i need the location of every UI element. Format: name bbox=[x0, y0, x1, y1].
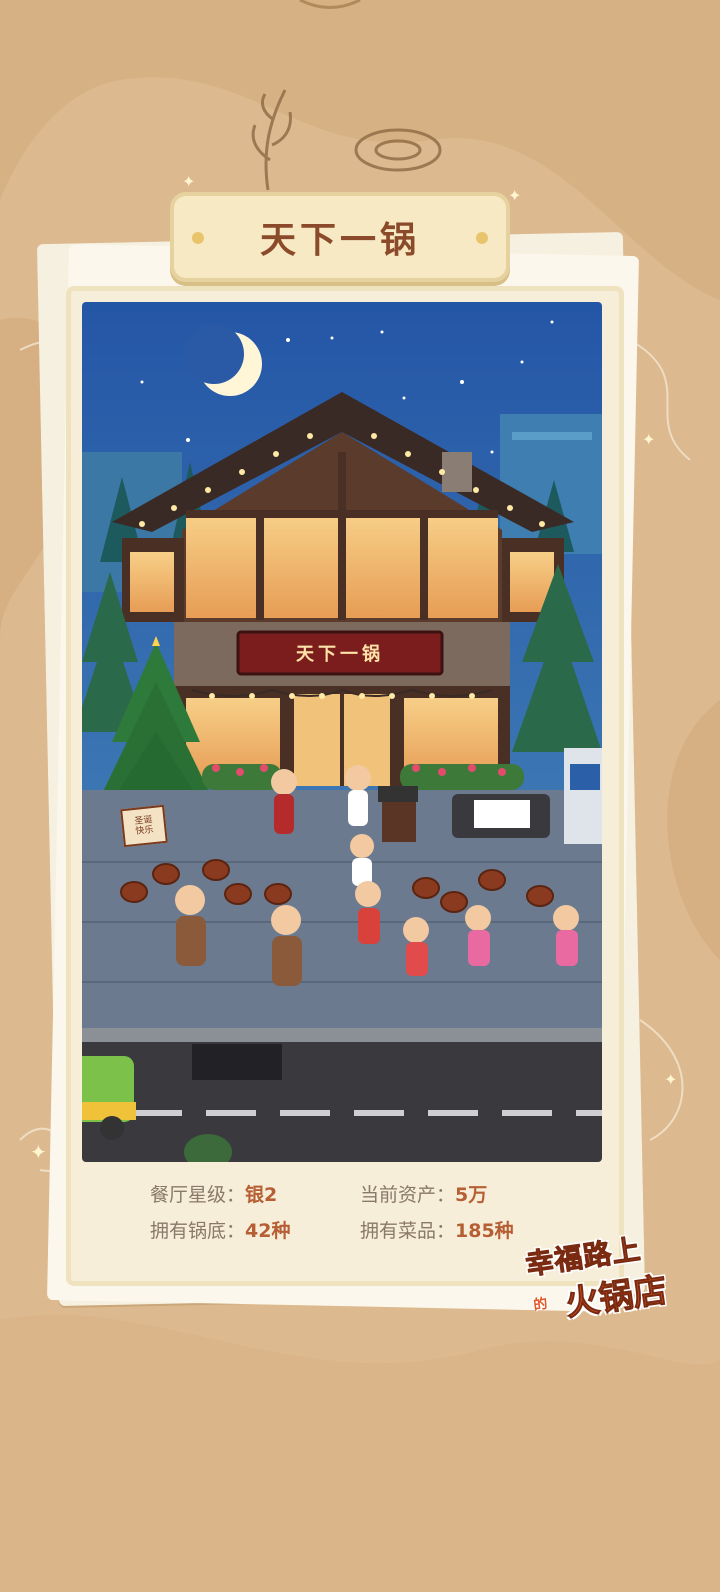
christmas-sign-text: 圣诞快乐 bbox=[133, 815, 154, 837]
plaque-dot-icon bbox=[476, 232, 488, 244]
stat-label: 餐厅星级： bbox=[150, 1184, 246, 1206]
sparkle-icon: ✦ bbox=[664, 1070, 678, 1089]
stat-soup-bases: 拥有锅底：42种 bbox=[150, 1216, 290, 1243]
restaurant-sign-text: 天下一锅 bbox=[296, 644, 384, 665]
stat-dishes: 拥有菜品：185种 bbox=[360, 1216, 514, 1243]
logo-small-char: 的 bbox=[532, 1295, 549, 1314]
restaurant-sign: 天下一锅 bbox=[238, 632, 442, 674]
stat-label: 拥有菜品： bbox=[360, 1220, 456, 1242]
stat-label: 拥有锅底： bbox=[150, 1220, 246, 1242]
plaque-dot-icon bbox=[192, 232, 204, 244]
scene-illustration bbox=[82, 302, 602, 1162]
stat-value: 185种 bbox=[455, 1220, 514, 1242]
sparkle-icon: ✦ bbox=[508, 186, 522, 205]
title-plaque: 天下一锅 bbox=[170, 192, 510, 282]
christmas-sign: 圣诞快乐 bbox=[120, 804, 168, 848]
stat-current-assets: 当前资产：5万 bbox=[360, 1180, 487, 1207]
stat-star-level: 餐厅星级：银2 bbox=[150, 1180, 277, 1207]
stat-value: 银2 bbox=[245, 1184, 278, 1206]
restaurant-title: 天下一锅 bbox=[259, 219, 420, 261]
restaurant-stats: 餐厅星级：银2 当前资产：5万 拥有锅底：42种 拥有菜品：185种 bbox=[150, 1180, 570, 1260]
restaurant-scene[interactable]: 天下一锅 圣诞快乐 bbox=[82, 302, 602, 1162]
sparkle-icon: ✦ bbox=[642, 430, 656, 449]
stat-label: 当前资产： bbox=[360, 1184, 456, 1206]
stat-value: 42种 bbox=[245, 1220, 291, 1242]
sparkle-icon: ✦ bbox=[182, 172, 196, 191]
sparkle-icon: ✦ bbox=[30, 1140, 47, 1164]
stat-value: 5万 bbox=[455, 1184, 488, 1206]
